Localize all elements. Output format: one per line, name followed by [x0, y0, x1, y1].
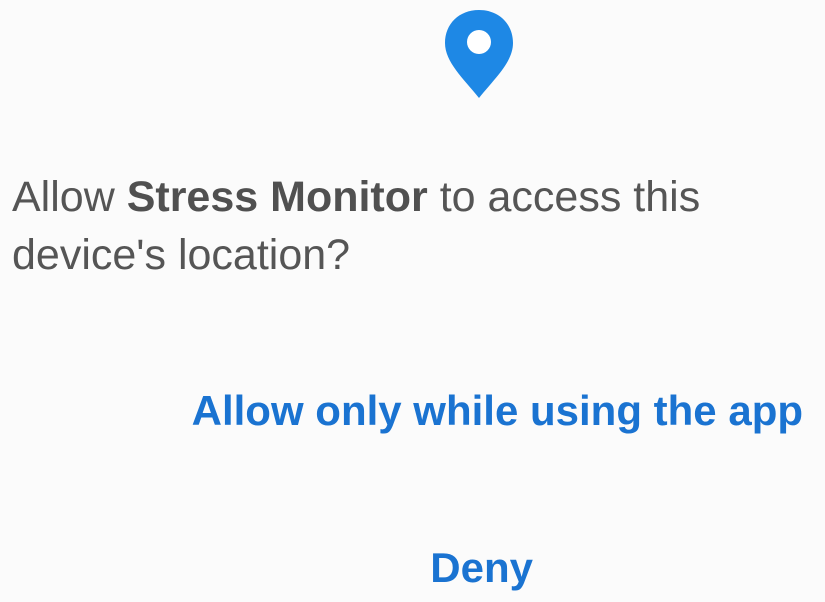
app-name: Stress Monitor [126, 173, 428, 221]
message-prefix: Allow [12, 173, 127, 221]
deny-button[interactable]: Deny [430, 543, 533, 593]
location-permission-dialog: Allow Stress Monitor to access this devi… [0, 0, 825, 602]
permission-message: Allow Stress Monitor to access this devi… [12, 168, 812, 284]
location-pin-icon [445, 10, 513, 98]
allow-while-using-button[interactable]: Allow only while using the app [192, 386, 803, 436]
